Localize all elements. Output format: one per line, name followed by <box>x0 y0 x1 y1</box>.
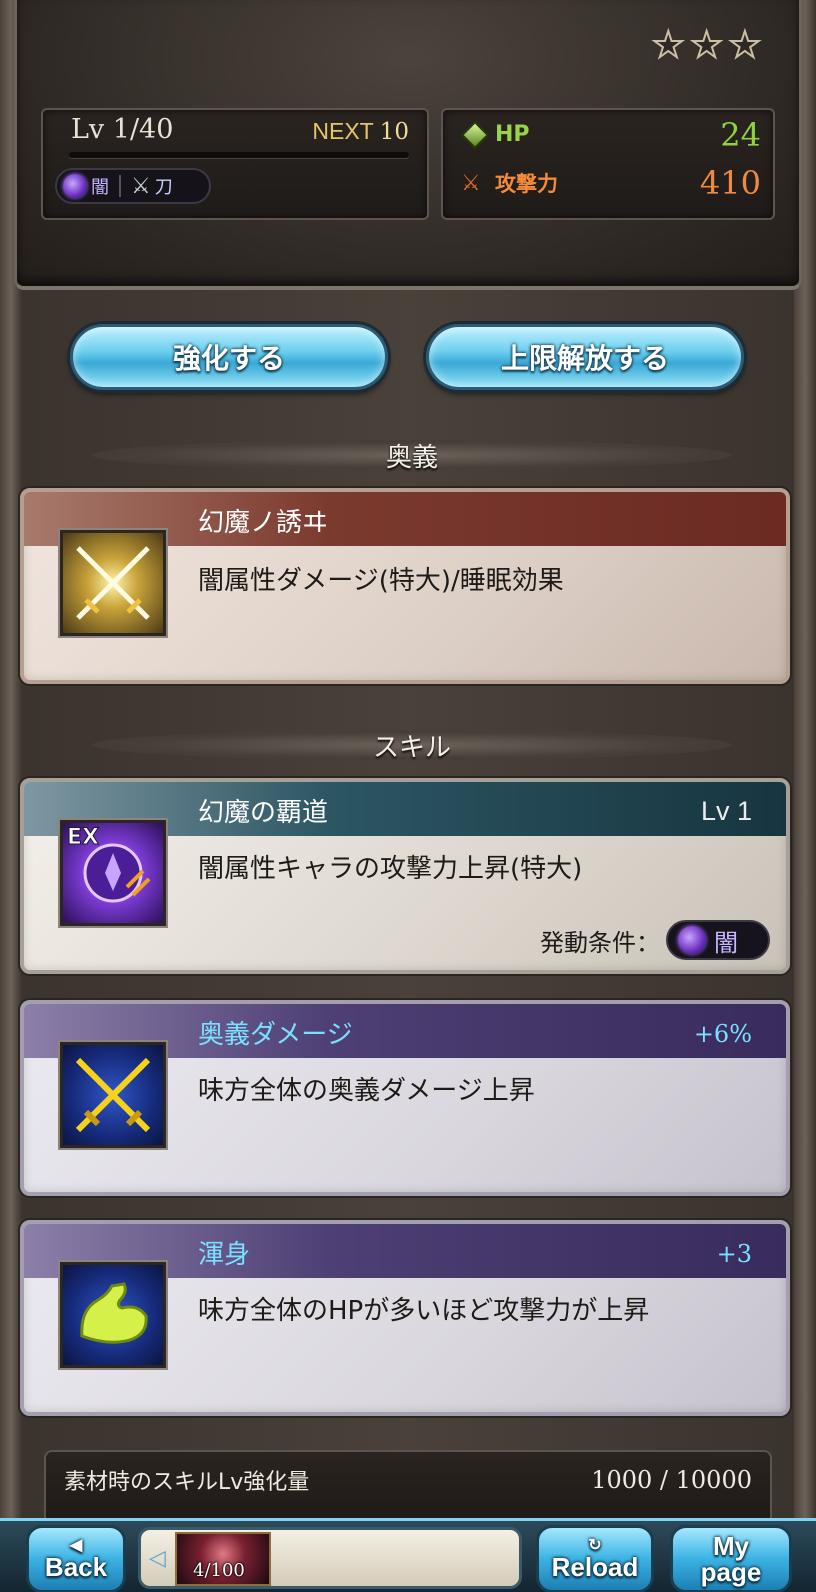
ex-skill-icon: EX <box>60 820 166 926</box>
upgrade-button[interactable]: 強化する <box>70 324 388 390</box>
ougi-card[interactable]: 幻魔ノ誘ヰ 闇属性ダメージ(特大)/睡眠効果 <box>20 488 790 684</box>
skill-name: 渾身 <box>198 1240 251 1270</box>
crossed-swords-icon <box>60 530 166 636</box>
exp-bar <box>69 152 409 158</box>
ougi-name: 幻魔ノ誘ヰ <box>198 508 329 538</box>
skill-description: 味方全体のHPが多いほど攻撃力が上昇 <box>198 1296 650 1326</box>
dark-element-icon <box>678 926 706 954</box>
skill-level: Lv 1 <box>700 796 752 826</box>
crossed-swords-icon <box>60 1042 166 1148</box>
back-button[interactable]: ◀ Back <box>26 1525 126 1592</box>
level-text: Lv 1/40 <box>71 114 174 145</box>
material-label: 素材時のスキルLv強化量 <box>64 1470 310 1495</box>
next-label: NEXT <box>312 118 374 144</box>
bottom-nav: ◀ Back ◁ 4/100 ↻ Reload My page <box>0 1518 816 1592</box>
material-value: 1000 / 10000 <box>591 1466 752 1494</box>
dark-element-icon <box>63 174 87 198</box>
katana-icon: ⚔ <box>131 173 151 199</box>
skill-bonus: +6% <box>693 1020 752 1048</box>
star-icon: ★ <box>689 25 723 66</box>
next-value: 10 <box>379 119 409 145</box>
hp-value: 24 <box>720 115 761 154</box>
weapon-header: ★ ★ ★ Lv 1/40 NEXT 10 闇 ⚔ 刀 HP 24 ⚔ 攻撃力 … <box>14 0 802 290</box>
atk-value: 410 <box>699 164 761 202</box>
left-arrow-icon[interactable]: ◁ <box>149 1546 166 1571</box>
reload-label: Reload <box>551 1552 639 1582</box>
ex-badge: EX <box>67 825 100 851</box>
reload-button[interactable]: ↻ Reload <box>536 1525 654 1592</box>
condition-element: 闇 <box>714 928 738 957</box>
star-icon: ★ <box>651 25 685 66</box>
divider <box>119 175 121 197</box>
weapon-type-label: 刀 <box>154 177 173 198</box>
condition-label: 発動条件： <box>540 928 660 957</box>
skill-name: 奥義ダメージ <box>198 1020 353 1050</box>
hp-row: HP 24 <box>460 116 761 154</box>
stats-panel: HP 24 ⚔ 攻撃力 410 <box>441 108 775 220</box>
next-exp: NEXT 10 <box>312 118 409 145</box>
rarity-stars: ★ ★ ★ <box>651 25 762 66</box>
skill-card[interactable]: 渾身 +3 味方全体のHPが多いほど攻撃力が上昇 <box>20 1220 790 1416</box>
skill-condition: 発動条件： 闇 <box>540 920 770 960</box>
inventory-count: 4/100 <box>193 1560 245 1581</box>
ougi-description: 闇属性ダメージ(特大)/睡眠効果 <box>198 566 564 596</box>
star-icon: ★ <box>728 25 762 66</box>
skill-section-title: スキル <box>372 732 451 763</box>
level-panel: Lv 1/40 NEXT 10 闇 ⚔ 刀 <box>41 108 429 220</box>
skill-bonus: +3 <box>716 1240 752 1268</box>
mypage-label-line1: My <box>712 1531 750 1561</box>
skill-description: 味方全体の奥義ダメージ上昇 <box>198 1076 535 1106</box>
skill-section-header: スキル <box>92 730 732 763</box>
flexed-arm-icon <box>60 1262 166 1368</box>
skill-description: 闇属性キャラの攻撃力上昇(特大) <box>198 854 583 884</box>
skill-card[interactable]: 幻魔の覇道 Lv 1 EX 闇属性キャラの攻撃力上昇(特大) 発動条件： 闇 <box>20 778 790 974</box>
atk-row: ⚔ 攻撃力 410 <box>461 164 761 202</box>
skill-card[interactable]: 奥義ダメージ +6% 味方全体の奥義ダメージ上昇 <box>20 1000 790 1196</box>
mypage-label-line2: page <box>700 1557 762 1587</box>
hp-icon <box>460 120 490 149</box>
mypage-button[interactable]: My page <box>670 1525 792 1592</box>
element-label: 闇 <box>91 177 109 198</box>
attack-icon: ⚔ <box>461 170 481 196</box>
attribute-pill: 闇 ⚔ 刀 <box>55 168 211 204</box>
atk-label: 攻撃力 <box>495 172 558 196</box>
ougi-section-header: 奥義 <box>92 440 732 473</box>
skill-name: 幻魔の覇道 <box>198 798 329 828</box>
back-label: Back <box>44 1552 108 1582</box>
main-content: 強化する 上限解放する 奥義 幻魔ノ誘ヰ 闇属性ダメージ(特大)/睡眠効果 スキ… <box>20 290 794 1540</box>
condition-element-pill: 闇 <box>666 920 770 960</box>
hp-label: HP <box>495 122 530 147</box>
ougi-section-title: 奥義 <box>385 442 438 473</box>
party-shortcut[interactable]: ◁ 4/100 <box>138 1527 522 1589</box>
limit-break-button[interactable]: 上限解放する <box>426 324 744 390</box>
